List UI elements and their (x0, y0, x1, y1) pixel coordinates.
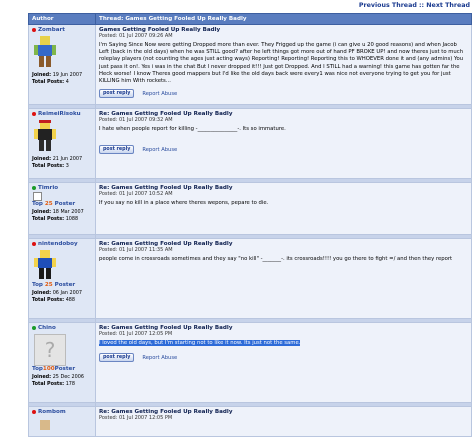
post-cell: Re: Games Getting Fooled Up Really Badly… (95, 238, 472, 319)
online-status-icon (32, 326, 36, 330)
report-abuse-link[interactable]: Report Abuse (142, 147, 177, 153)
thread-table-container: Author Thread: Games Getting Fooled Up R… (28, 13, 472, 437)
offline-status-icon (32, 28, 36, 32)
top-poster-badge: Top 25 Poster (32, 201, 76, 207)
question-mark-icon: ? (34, 334, 66, 366)
post-body: I hate when people report for killing -_… (99, 126, 286, 132)
avatar[interactable] (34, 36, 92, 70)
total-posts: 488 (65, 296, 76, 303)
thread-nav-links: Previous Thread :: Next Thread (359, 2, 470, 9)
author-meta: Joined: 25 Dec 2006 Total Posts: 178 (32, 374, 84, 387)
post-date: Posted: 01 Jul 2007 12:05 PM (99, 415, 173, 421)
post-date: Posted: 01 Jul 2007 09:32 AM (99, 117, 173, 123)
post-reply-button[interactable]: post reply (99, 353, 135, 363)
post-actions: post reply Report Abuse (99, 353, 468, 363)
post-row: Rombom Re: Games Getting Fooled Up Reall… (28, 406, 472, 437)
previous-thread-link[interactable]: Previous Thread (359, 2, 417, 9)
table-header-row: Author Thread: Games Getting Fooled Up R… (28, 13, 472, 25)
avatar[interactable]: ? (34, 334, 92, 366)
offline-status-icon (32, 410, 36, 414)
post-actions: post reply Report Abuse (99, 145, 468, 155)
broken-image-icon (33, 192, 42, 201)
author-cell: Zombart Joined: 19 Jun 2007 Total Posts:… (28, 24, 96, 105)
post-reply-button[interactable]: post reply (99, 145, 135, 155)
next-thread-link[interactable]: Next Thread (426, 2, 470, 9)
author-username[interactable]: nintendoboy (32, 241, 92, 247)
author-username[interactable]: Zombart (32, 27, 92, 33)
post-reply-button[interactable]: post reply (99, 89, 135, 99)
report-abuse-link[interactable]: Report Abuse (142, 91, 177, 97)
total-posts: 3 (65, 162, 69, 169)
thread-column-header: Thread: Games Getting Fooled Up Really B… (95, 13, 472, 25)
offline-status-icon (32, 112, 36, 116)
author-cell: nintendoboy Top 25 Poster Joined: 06 Jan… (28, 238, 96, 319)
post-date: Posted: 01 Jul 2007 11:35 AM (99, 247, 173, 253)
author-cell: Rombom (28, 406, 96, 437)
post-actions: post reply Report Abuse (99, 89, 468, 99)
joined-date: 19 Jun 2007 (52, 72, 83, 78)
post-body: I loved the old days, but I'm starting n… (99, 340, 468, 347)
post-date: Posted: 01 Jul 2007 12:05 PM (99, 331, 173, 337)
post-row: nintendoboy Top 25 Poster Joined: 06 Jan… (28, 238, 472, 319)
online-status-icon (32, 186, 36, 190)
report-abuse-link[interactable]: Report Abuse (142, 355, 177, 361)
total-posts: 178 (65, 380, 76, 387)
thread-navigation: Previous Thread :: Next Thread (0, 0, 474, 13)
post-cell: Re: Games Getting Fooled Up Really Badly… (95, 406, 472, 437)
joined-date: 21 Jun 2007 (52, 156, 83, 162)
author-meta: Joined: 21 Jun 2007 Total Posts: 3 (32, 156, 83, 169)
author-meta: Joined: 18 Mar 2007 Total Posts: 1088 (32, 209, 84, 222)
post-row: Zombart Joined: 19 Jun 2007 Total Posts:… (28, 24, 472, 105)
author-cell: Chino ? Top100Poster Joined: 25 Dec 2006… (28, 322, 96, 403)
author-cell: Timrio Top 25 Poster Joined: 18 Mar 2007… (28, 182, 96, 235)
author-meta: Joined: 19 Jun 2007 Total Posts: 4 (32, 72, 83, 85)
author-column-header: Author (28, 13, 96, 25)
author-meta: Joined: 06 Jan 2007 Total Posts: 488 (32, 290, 83, 303)
post-cell: Re: Games Getting Fooled Up Really Badly… (95, 322, 472, 403)
total-posts: 4 (65, 78, 69, 85)
selected-text: I loved the old days, but I'm starting n… (99, 340, 301, 346)
post-row: Timrio Top 25 Poster Joined: 18 Mar 2007… (28, 182, 472, 235)
avatar[interactable] (34, 418, 92, 432)
author-username[interactable]: ReimeiRisoku (32, 111, 92, 117)
nav-divider: :: (419, 2, 425, 9)
joined-date: 18 Mar 2007 (52, 209, 84, 215)
avatar[interactable] (34, 250, 92, 282)
post-date: Posted: 01 Jul 2007 09:26 AM (99, 33, 173, 39)
post-cell: Re: Games Getting Fooled Up Really Badly… (95, 108, 472, 179)
author-username[interactable]: Rombom (32, 409, 92, 415)
post-row: ReimeiRisoku Joined: 21 Jun 2007 Total P… (28, 108, 472, 179)
post-cell: Games Getting Fooled Up Really Badly Pos… (95, 24, 472, 105)
post-body: people come in crossroads sometimes and … (99, 256, 453, 262)
joined-date: 06 Jan 2007 (52, 290, 83, 296)
post-row: Chino ? Top100Poster Joined: 25 Dec 2006… (28, 322, 472, 403)
thread-table: Author Thread: Games Getting Fooled Up R… (28, 13, 472, 437)
avatar[interactable] (34, 120, 92, 154)
post-body: I'm Saying Since Now were getting Droppe… (99, 42, 464, 85)
top-poster-badge: Top100Poster (32, 366, 76, 372)
joined-date: 25 Dec 2006 (52, 374, 84, 380)
post-cell: Re: Games Getting Fooled Up Really Badly… (95, 182, 472, 235)
total-posts: 1088 (65, 215, 79, 222)
post-body: If you say no kill in a place where ther… (99, 200, 269, 206)
offline-status-icon (32, 242, 36, 246)
author-cell: ReimeiRisoku Joined: 21 Jun 2007 Total P… (28, 108, 96, 179)
author-username[interactable]: Chino (32, 325, 92, 331)
author-username[interactable]: Timrio (32, 185, 92, 191)
top-poster-badge: Top 25 Poster (32, 282, 76, 288)
post-date: Posted: 01 Jul 2007 10:52 AM (99, 191, 173, 197)
